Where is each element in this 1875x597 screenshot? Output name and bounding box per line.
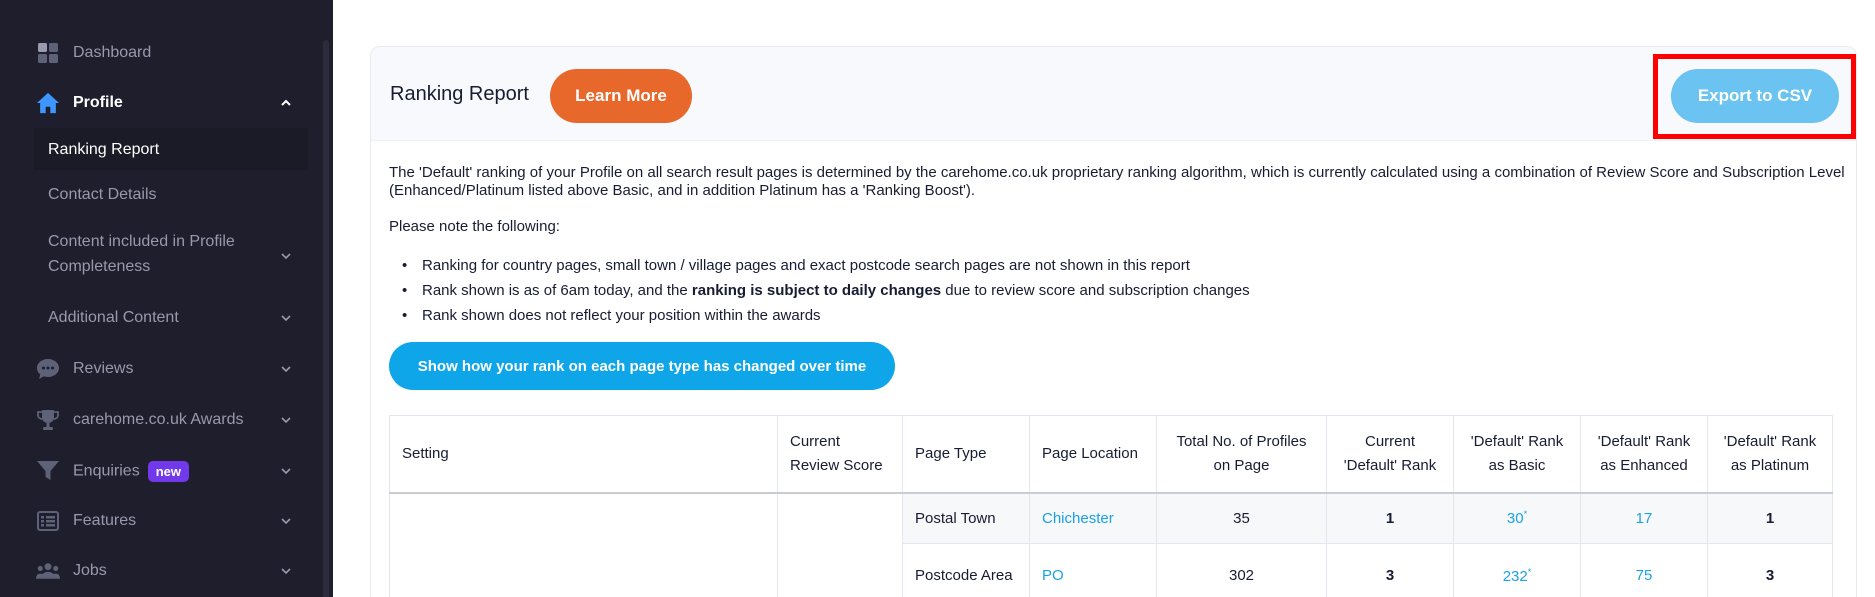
chevron-up-icon: [281, 99, 291, 106]
asterisk-mark: *: [1523, 509, 1528, 520]
table-row: Postal Town Chichester 35 1 30* 17 1: [389, 492, 1833, 597]
sidebar-sub-content-completeness[interactable]: Content included in Profile Completeness: [0, 229, 320, 283]
page-title: Ranking Report: [390, 83, 529, 105]
chevron-down-icon: [281, 568, 291, 575]
page-type-cell: Postcode Area: [902, 543, 1030, 597]
sidebar-sub-additional-content[interactable]: Additional Content: [0, 305, 320, 335]
list-item-emphasis: ranking is subject to daily changes: [691, 282, 942, 299]
chevron-down-icon: [281, 518, 291, 525]
list-item-text: Rank shown is as of 6am today, and the: [422, 282, 692, 299]
intro-text: The 'Default' ranking of your Profile on…: [389, 164, 1845, 199]
rank-enhanced-link[interactable]: 75: [1580, 543, 1708, 597]
rank-basic-link[interactable]: 30*: [1453, 492, 1581, 544]
rank-basic-value: 30: [1506, 510, 1524, 528]
list-item: Rank shown does not reflect your positio…: [400, 303, 1250, 328]
sidebar-item-features[interactable]: Features: [0, 498, 320, 544]
total-profiles-cell: 302: [1156, 543, 1327, 597]
setting-cell: [389, 492, 778, 597]
sidebar-sub-label: Ranking Report: [48, 141, 160, 158]
current-rank-cell: 3: [1326, 543, 1454, 597]
learn-more-button[interactable]: Learn More: [550, 69, 692, 123]
list-item-text: due to review score and subscription cha…: [941, 282, 1250, 299]
enquiries-label: Enquiries: [73, 462, 140, 480]
page-type-cell: Postal Town: [902, 492, 1030, 544]
chevron-down-icon: [281, 417, 291, 424]
list-item: Rank shown is as of 6am today, and the r…: [400, 278, 1250, 303]
funnel-icon: [36, 459, 60, 483]
note-text: Please note the following:: [389, 218, 560, 235]
sidebar-item-profile[interactable]: Profile: [0, 80, 320, 126]
sidebar-scrollbar[interactable]: [323, 40, 329, 597]
trophy-icon: [36, 408, 60, 432]
list-icon: [36, 509, 60, 533]
sidebar-item-dashboard[interactable]: Dashboard: [0, 30, 320, 76]
page-location-link[interactable]: Chichester: [1029, 492, 1157, 544]
sidebar-sub-contact-details[interactable]: Contact Details: [0, 182, 320, 212]
home-icon: [36, 91, 60, 115]
column-header: Page Type: [902, 415, 1030, 494]
sidebar-sub-label: Contact Details: [48, 186, 157, 203]
column-header: Total No. of Profiles on Page: [1156, 415, 1327, 494]
sidebar-item-enquiries[interactable]: Enquiries new: [0, 448, 320, 494]
sidebar-sub-label: Additional Content: [48, 309, 179, 326]
chat-bubble-icon: [36, 357, 60, 381]
chevron-down-icon: [281, 315, 291, 322]
sidebar-item-label: carehome.co.uk Awards: [73, 411, 244, 428]
sidebar-item-label: Enquiries new: [73, 460, 189, 482]
total-profiles-cell: 35: [1156, 492, 1327, 544]
card-header: Ranking Report Learn More Export to CSV: [371, 47, 1856, 141]
list-item: Ranking for country pages, small town / …: [400, 253, 1250, 278]
chevron-down-icon: [281, 468, 291, 475]
sidebar-item-label: Features: [73, 512, 137, 529]
ranking-table: Setting Current Review Score Page Type P…: [389, 415, 1833, 597]
rank-platinum-cell: 1: [1707, 492, 1833, 544]
column-header: 'Default' Rank as Basic: [1453, 415, 1581, 494]
page-location-link[interactable]: PO: [1029, 543, 1157, 597]
chevron-down-icon: [281, 366, 291, 373]
column-header: 'Default' Rank as Enhanced: [1580, 415, 1708, 494]
sidebar-item-jobs[interactable]: Jobs: [0, 548, 320, 594]
sidebar-item-label: Dashboard: [73, 44, 152, 61]
sidebar-item-label: Profile: [73, 94, 123, 111]
sidebar-item-awards[interactable]: carehome.co.uk Awards: [0, 397, 320, 443]
column-header: Current Review Score: [777, 415, 903, 494]
show-rank-history-button[interactable]: Show how your rank on each page type has…: [389, 342, 895, 390]
rank-enhanced-link[interactable]: 17: [1580, 492, 1708, 544]
highlight-annotation: [1653, 54, 1856, 139]
notes-list: Ranking for country pages, small town / …: [400, 253, 1250, 328]
new-badge: new: [147, 460, 189, 482]
column-header: Current 'Default' Rank: [1326, 415, 1454, 494]
sidebar: Dashboard Profile Ranking Report Contact…: [0, 0, 333, 597]
sidebar-item-label: Jobs: [73, 562, 107, 579]
rank-basic-value: 232: [1502, 567, 1528, 585]
column-header: 'Default' Rank as Platinum: [1707, 415, 1833, 494]
sidebar-item-label: Reviews: [73, 360, 134, 377]
dashboard-icon: [36, 41, 60, 65]
chevron-down-icon: [281, 253, 291, 260]
rank-platinum-cell: 3: [1707, 543, 1833, 597]
column-header: Setting: [389, 415, 778, 494]
sidebar-sub-label: Content included in Profile Completeness: [48, 233, 235, 275]
column-header: Page Location: [1029, 415, 1157, 494]
asterisk-mark: *: [1527, 566, 1532, 577]
people-icon: [36, 559, 60, 583]
current-rank-cell: 1: [1326, 492, 1454, 544]
sidebar-sub-ranking-report[interactable]: Ranking Report: [34, 128, 308, 170]
review-score-cell: [777, 492, 903, 597]
table-header-row: Setting Current Review Score Page Type P…: [389, 415, 1833, 494]
rank-basic-link[interactable]: 232*: [1453, 543, 1581, 597]
sidebar-item-reviews[interactable]: Reviews: [0, 346, 320, 392]
